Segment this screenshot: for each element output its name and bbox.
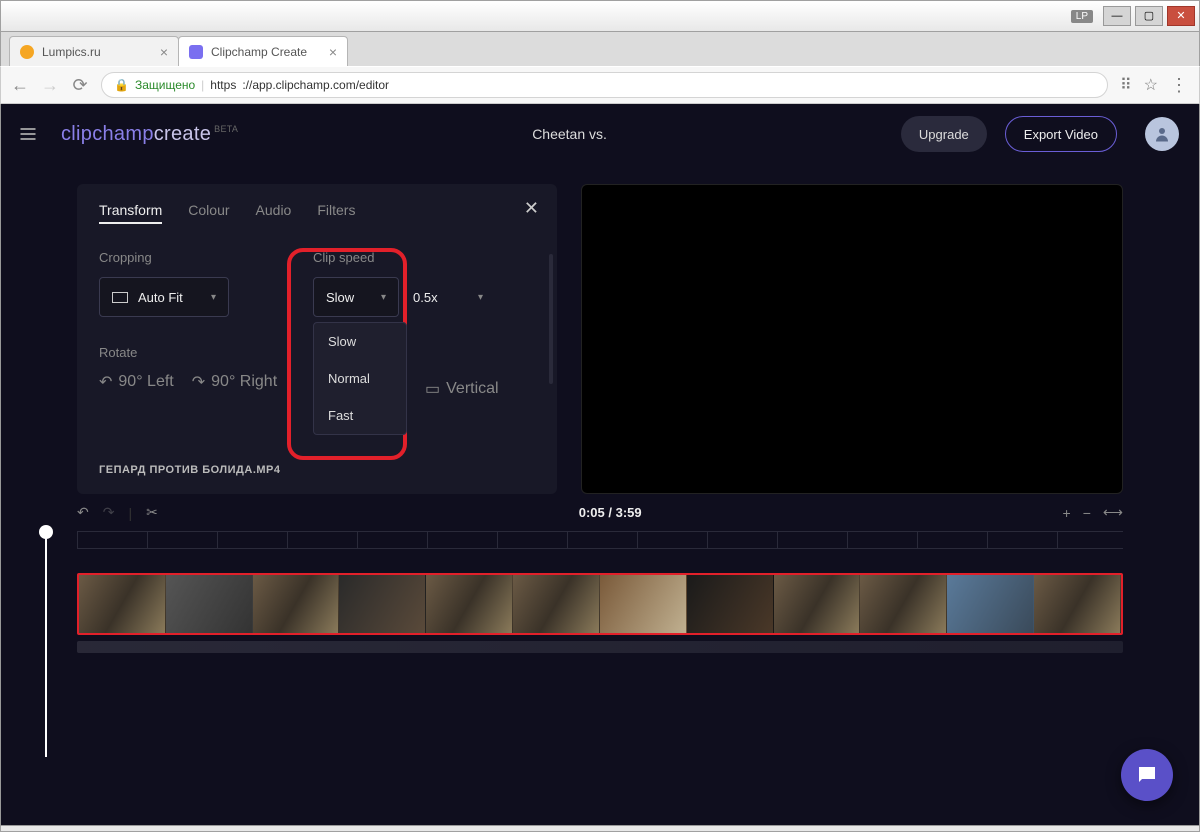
browser-tab-lumpics[interactable]: Lumpics.ru × xyxy=(9,36,179,66)
project-title[interactable]: Cheetan vs. xyxy=(532,126,607,142)
bookmark-icon[interactable]: ☆ xyxy=(1144,75,1158,95)
forward-button[interactable]: → xyxy=(41,75,59,96)
clip-speed-label: Clip speed xyxy=(313,250,499,265)
menu-button[interactable] xyxy=(13,119,43,149)
help-chat-button[interactable] xyxy=(1121,749,1173,801)
timeline[interactable] xyxy=(1,531,1199,653)
tab-filters[interactable]: Filters xyxy=(317,202,355,224)
browser-tab-strip: Lumpics.ru × Clipchamp Create × xyxy=(0,32,1200,66)
app-logo: clipchampcreateBETA xyxy=(61,123,238,146)
chevron-down-icon: ▾ xyxy=(478,292,483,303)
timeline-toolbar: ↶ ↷ | ✂ 0:05 / 3:59 + − ⟷ xyxy=(1,494,1199,527)
clip-filename: ГЕПАРД ПРОТИВ БОЛИДА.MP4 xyxy=(99,464,281,476)
flip-icon: ▭ xyxy=(425,379,440,399)
translate-icon[interactable]: ⠿ xyxy=(1120,75,1132,95)
speed-options-menu: Slow Normal Fast xyxy=(313,322,407,435)
undo-button[interactable]: ↶ xyxy=(77,504,89,521)
user-icon xyxy=(1153,125,1171,143)
clip-thumbnail xyxy=(947,575,1034,633)
playhead-handle[interactable] xyxy=(39,525,53,539)
rotate-right-icon: ↷ xyxy=(192,372,205,392)
clip-thumbnail xyxy=(513,575,600,633)
video-clip-track[interactable] xyxy=(77,573,1123,635)
audio-track[interactable] xyxy=(77,641,1123,653)
browser-tab-clipchamp[interactable]: Clipchamp Create × xyxy=(178,36,348,66)
app-root: clipchampcreateBETA Cheetan vs. Upgrade … xyxy=(0,104,1200,826)
reload-button[interactable]: ⟳ xyxy=(71,75,89,96)
lock-icon: 🔒 xyxy=(114,78,129,92)
window-titlebar: LP — ▢ ✕ xyxy=(0,0,1200,32)
timeline-ruler[interactable] xyxy=(77,531,1123,549)
clip-thumbnail xyxy=(1034,575,1121,633)
chat-icon xyxy=(1135,763,1159,787)
flip-vertical-button[interactable]: ▭ Vertical xyxy=(425,379,499,399)
clip-thumbnail xyxy=(79,575,166,633)
back-button[interactable]: ← xyxy=(11,75,29,96)
close-icon[interactable]: × xyxy=(160,44,168,60)
rotate-label: Rotate xyxy=(99,345,289,360)
window-maximize-button[interactable]: ▢ xyxy=(1135,6,1163,26)
fit-icon xyxy=(112,292,128,303)
rotate-left-button[interactable]: ↶90° Left xyxy=(99,372,174,392)
chevron-down-icon: ▾ xyxy=(211,292,216,303)
properties-panel: ✕ Transform Colour Audio Filters Croppin… xyxy=(77,184,557,494)
favicon-icon xyxy=(20,45,34,59)
split-button[interactable]: ✂ xyxy=(146,504,158,521)
clip-thumbnail xyxy=(253,575,340,633)
multiplier-value: 0.5x xyxy=(413,290,438,305)
user-avatar[interactable] xyxy=(1145,117,1179,151)
window-close-button[interactable]: ✕ xyxy=(1167,6,1195,26)
window-minimize-button[interactable]: — xyxy=(1103,6,1131,26)
browser-toolbar: ← → ⟳ 🔒 Защищено | https://app.clipchamp… xyxy=(0,66,1200,104)
tab-colour[interactable]: Colour xyxy=(188,202,229,224)
export-video-button[interactable]: Export Video xyxy=(1005,116,1117,152)
browser-menu-button[interactable]: ⋮ xyxy=(1170,75,1189,96)
playhead-line xyxy=(45,537,47,757)
zoom-fit-button[interactable]: ⟷ xyxy=(1103,504,1123,521)
tab-title: Lumpics.ru xyxy=(42,45,101,59)
tab-transform[interactable]: Transform xyxy=(99,202,162,224)
app-header: clipchampcreateBETA Cheetan vs. Upgrade … xyxy=(1,104,1199,164)
speed-multiplier-dropdown[interactable]: 0.5x ▾ xyxy=(413,277,483,317)
clip-speed-value: Slow xyxy=(326,290,354,305)
speed-option-slow[interactable]: Slow xyxy=(314,323,406,360)
editor-body: ✕ Transform Colour Audio Filters Croppin… xyxy=(1,164,1199,494)
hamburger-icon xyxy=(18,124,38,144)
close-icon[interactable]: × xyxy=(329,44,337,60)
clip-thumbnail xyxy=(166,575,253,633)
tab-audio[interactable]: Audio xyxy=(256,202,292,224)
tab-title: Clipchamp Create xyxy=(211,45,307,59)
window-bottom-frame xyxy=(0,826,1200,832)
speed-option-normal[interactable]: Normal xyxy=(314,360,406,397)
rotate-right-button[interactable]: ↷90° Right xyxy=(192,372,277,392)
close-panel-button[interactable]: ✕ xyxy=(524,198,539,219)
clip-thumbnail xyxy=(600,575,687,633)
redo-button[interactable]: ↷ xyxy=(103,504,115,521)
rotate-left-icon: ↶ xyxy=(99,372,112,392)
clip-thumbnail xyxy=(339,575,426,633)
favicon-icon xyxy=(189,45,203,59)
cropping-label: Cropping xyxy=(99,250,289,265)
clip-thumbnail xyxy=(860,575,947,633)
chevron-down-icon: ▾ xyxy=(381,292,386,303)
url-protocol: https xyxy=(210,78,236,92)
clip-thumbnail xyxy=(426,575,513,633)
panel-scrollbar[interactable] xyxy=(549,254,553,384)
clip-thumbnail xyxy=(774,575,861,633)
user-badge: LP xyxy=(1071,10,1093,23)
cropping-value: Auto Fit xyxy=(138,290,183,305)
clip-speed-dropdown[interactable]: Slow ▾ xyxy=(313,277,399,317)
cropping-dropdown[interactable]: Auto Fit ▾ xyxy=(99,277,229,317)
clip-thumbnail xyxy=(687,575,774,633)
zoom-out-button[interactable]: − xyxy=(1083,505,1091,521)
panel-tabs: Transform Colour Audio Filters xyxy=(99,202,535,224)
video-preview[interactable] xyxy=(581,184,1123,494)
speed-option-fast[interactable]: Fast xyxy=(314,397,406,434)
address-bar[interactable]: 🔒 Защищено | https://app.clipchamp.com/e… xyxy=(101,72,1108,98)
secure-label: Защищено xyxy=(135,78,195,92)
time-display: 0:05 / 3:59 xyxy=(579,505,642,520)
upgrade-button[interactable]: Upgrade xyxy=(901,116,987,152)
zoom-in-button[interactable]: + xyxy=(1063,505,1071,521)
url-path: ://app.clipchamp.com/editor xyxy=(242,78,389,92)
